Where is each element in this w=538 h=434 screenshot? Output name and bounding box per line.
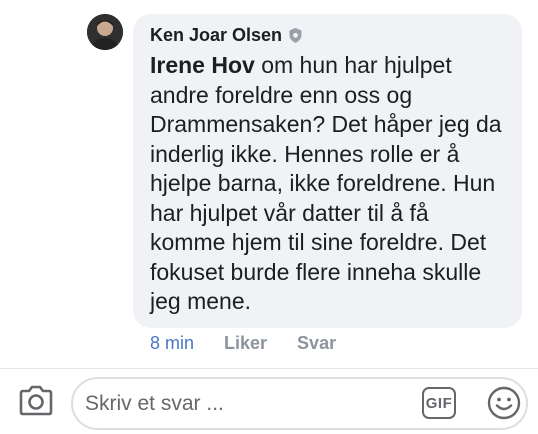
mention-link[interactable]: Irene Hov xyxy=(150,52,255,78)
gif-button[interactable]: GIF xyxy=(422,387,456,419)
shield-icon xyxy=(287,27,304,44)
reply-button[interactable]: Svar xyxy=(297,333,336,354)
avatar-image xyxy=(87,14,123,50)
like-button[interactable]: Liker xyxy=(224,333,267,354)
comment-header: Ken Joar Olsen xyxy=(150,23,508,47)
camera-icon[interactable] xyxy=(17,384,55,418)
smiley-icon[interactable] xyxy=(486,385,522,421)
comment-text: Irene Hov om hun har hjulpet andre forel… xyxy=(150,51,510,317)
comment-bubble: Ken Joar Olsen Irene Hov om hun har hjul… xyxy=(133,14,522,328)
reply-composer: GIF xyxy=(71,377,528,430)
timestamp-link[interactable]: 8 min xyxy=(150,333,194,354)
divider xyxy=(0,368,538,369)
comment-body: om hun har hjulpet andre foreldre enn os… xyxy=(150,52,502,314)
comment-actions: 8 min Liker Svar xyxy=(150,333,336,354)
reply-input[interactable] xyxy=(85,379,415,428)
avatar[interactable] xyxy=(87,14,123,50)
author-name[interactable]: Ken Joar Olsen xyxy=(150,25,282,46)
